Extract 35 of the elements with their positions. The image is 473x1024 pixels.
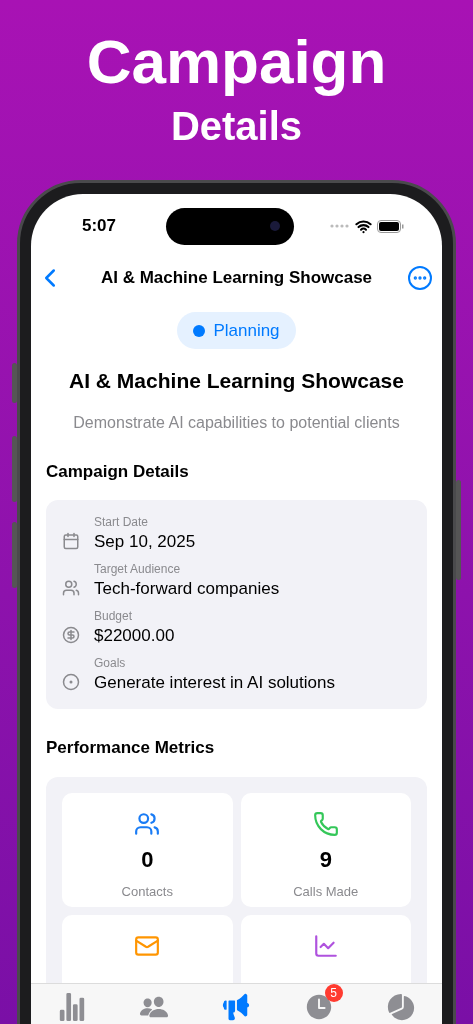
phone-icon [312,810,339,837]
detail-value: Tech-forward companies [94,578,280,600]
detail-value: Sep 10, 2025 [94,531,196,553]
chart-icon [312,932,339,959]
detail-label: Start Date [94,514,150,530]
headline-subtitle: Details [170,103,303,150]
detail-label: Goals [94,655,127,671]
status-time: 5:07 [81,215,117,238]
metric-value: 0 [141,845,154,874]
dollar-icon [62,626,80,644]
pie-chart-icon [385,992,416,1022]
section-heading: Campaign Details [46,460,190,483]
nav-title: AI & Machine Learning Showcase [100,267,373,290]
section-heading: Performance Metrics [46,737,216,759]
detail-value: $22000.00 [94,625,175,647]
status-label: Planning [213,319,280,342]
metric-label: Calls Made [293,882,359,901]
tab-badge: 5 [324,984,343,1002]
headline-title: Campaign [86,26,387,98]
more-button[interactable] [408,266,432,290]
metric-value: 9 [319,845,332,874]
signal-icon [330,224,350,228]
people-icon [62,579,80,597]
detail-label: Budget [94,608,134,624]
calendar-icon [62,532,80,550]
target-icon [62,673,80,691]
battery-icon [377,219,404,233]
detail-value: Generate interest in AI solutions [94,672,335,694]
campaign-description: Demonstrate AI capabilities to potential clients [72,412,401,433]
detail-label: Target Audience [94,561,182,577]
megaphone-icon [221,992,252,1022]
metric-label: Contacts [121,882,173,901]
campaign-name: AI & Machine Learning Showcase [68,368,405,394]
wifi-icon [355,217,372,235]
people-icon [134,810,161,837]
